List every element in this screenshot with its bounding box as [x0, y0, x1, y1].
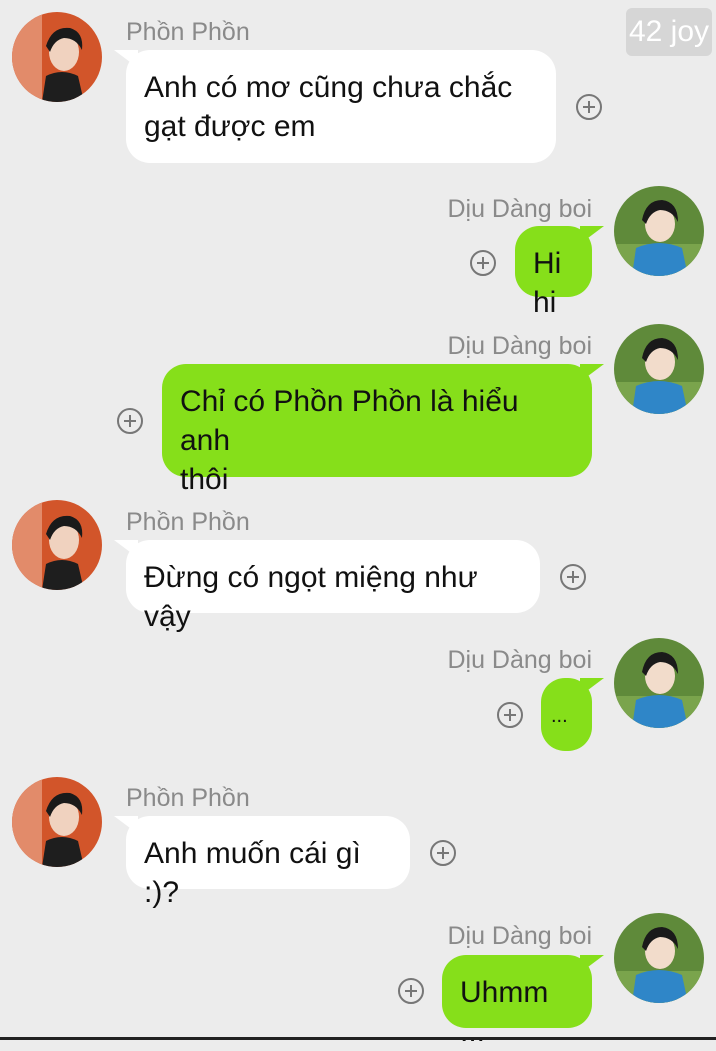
add-reaction-icon[interactable] — [560, 564, 586, 590]
add-reaction-icon[interactable] — [117, 408, 143, 434]
male-avatar-icon — [12, 500, 102, 590]
message-bubble[interactable]: Hihi — [515, 226, 604, 319]
avatar[interactable] — [614, 638, 704, 728]
avatar[interactable] — [12, 500, 102, 590]
watermark: 42 joy — [626, 8, 712, 56]
add-reaction-icon[interactable] — [470, 250, 496, 276]
message-bubble[interactable]: Đừng có ngọt miệng như vậy — [114, 540, 540, 633]
sender-name: Dịu Dàng boi — [447, 646, 592, 674]
sender-name: Dịu Dàng boi — [447, 922, 592, 950]
avatar[interactable] — [614, 913, 704, 1003]
avatar[interactable] — [614, 186, 704, 276]
male-avatar-icon — [12, 12, 102, 102]
message-bubble[interactable]: ... — [541, 678, 604, 751]
avatar[interactable] — [12, 12, 102, 102]
message-bubble[interactable]: Anh có mơ cũng chưa chắc gạt được em — [114, 50, 556, 163]
male-avatar-icon — [614, 913, 704, 1003]
sender-name: Phồn Phồn — [126, 18, 250, 46]
add-reaction-icon[interactable] — [576, 94, 602, 120]
add-reaction-icon[interactable] — [430, 840, 456, 866]
male-avatar-icon — [614, 324, 704, 414]
message-bubble[interactable]: Chỉ có Phồn Phồn là hiểu anh thôi — [162, 364, 604, 496]
sender-name: Dịu Dàng boi — [447, 332, 592, 360]
message-bubble[interactable]: Anh muốn cái gì :)? — [114, 816, 410, 909]
chat-thread: 42 joy Phồn Phồn Anh có mơ cũng chưa chắ… — [0, 0, 716, 1048]
message-bubble[interactable]: Uhmm ... — [442, 955, 604, 1048]
male-avatar-icon — [614, 186, 704, 276]
male-avatar-icon — [614, 638, 704, 728]
sender-name: Phồn Phồn — [126, 508, 250, 536]
sender-name: Dịu Dàng boi — [447, 195, 592, 223]
add-reaction-icon[interactable] — [497, 702, 523, 728]
add-reaction-icon[interactable] — [398, 978, 424, 1004]
avatar[interactable] — [12, 777, 102, 867]
male-avatar-icon — [12, 777, 102, 867]
avatar[interactable] — [614, 324, 704, 414]
sender-name: Phồn Phồn — [126, 784, 250, 812]
